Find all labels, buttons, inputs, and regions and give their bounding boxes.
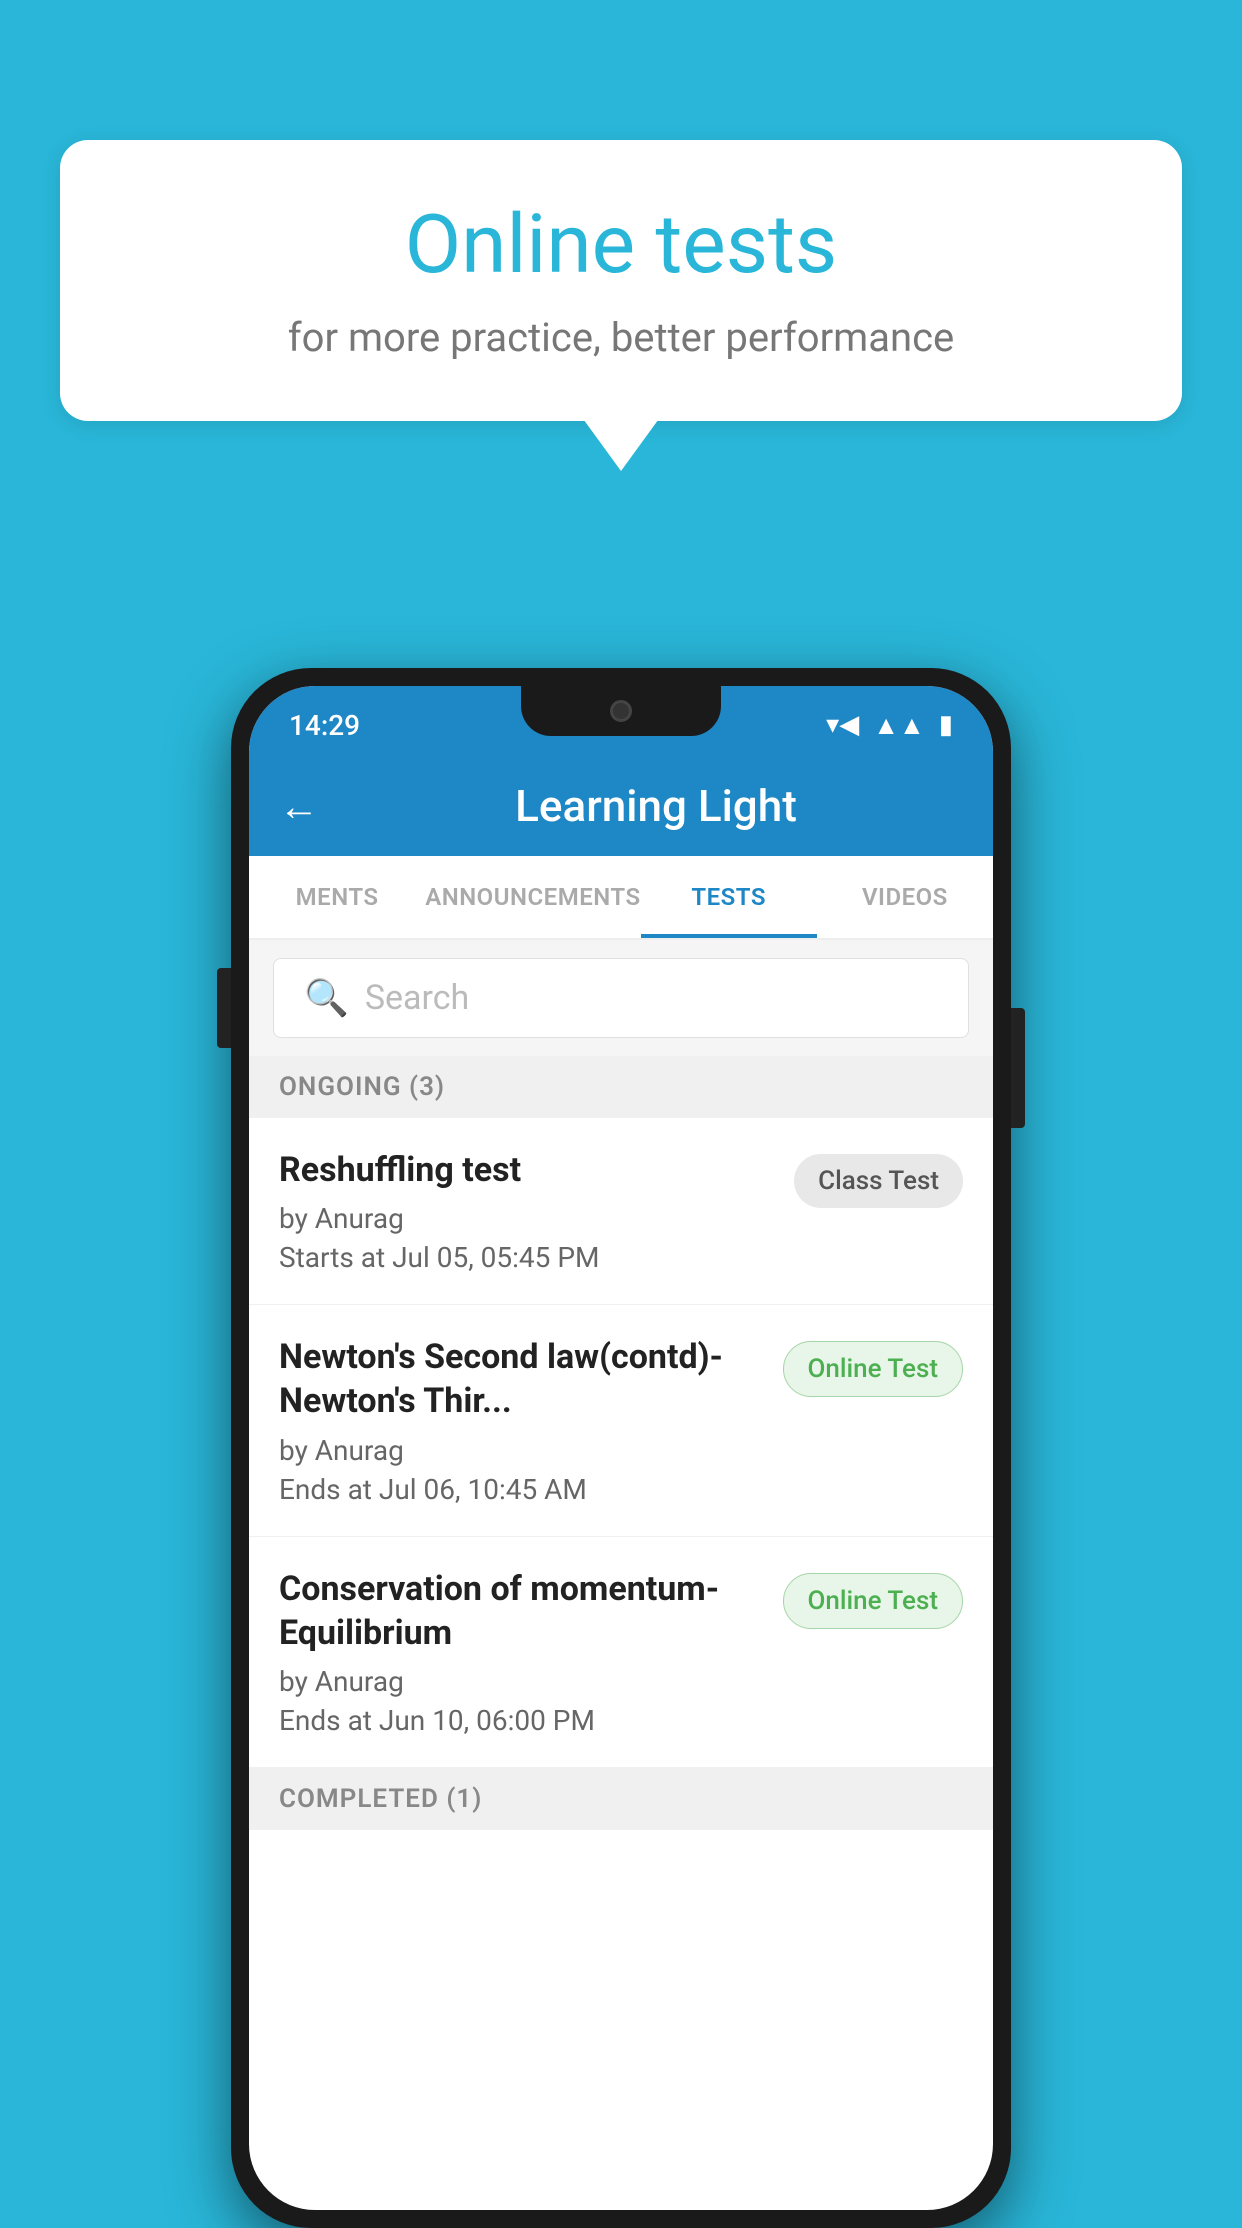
- test-badge-2: Online Test: [783, 1341, 964, 1397]
- tab-videos[interactable]: VIDEOS: [817, 856, 993, 938]
- signal-icon: ▲▲: [873, 710, 924, 741]
- search-bar[interactable]: 🔍 Search: [273, 958, 969, 1038]
- test-date-2: Ends at Jul 06, 10:45 AM: [279, 1473, 763, 1506]
- test-date-1: Starts at Jul 05, 05:45 PM: [279, 1241, 774, 1274]
- ongoing-section-header: ONGOING (3): [249, 1056, 993, 1118]
- bubble-title: Online tests: [140, 200, 1102, 290]
- tabs-container: MENTS ANNOUNCEMENTS TESTS VIDEOS: [249, 856, 993, 940]
- search-container: 🔍 Search: [249, 940, 993, 1056]
- test-author-3: by Anurag: [279, 1665, 763, 1698]
- phone-notch: [521, 686, 721, 736]
- test-name-1: Reshuffling test: [279, 1148, 774, 1192]
- status-time: 14:29: [289, 709, 360, 742]
- test-badge-1: Class Test: [794, 1154, 963, 1208]
- test-author-2: by Anurag: [279, 1434, 763, 1467]
- test-item-1[interactable]: Reshuffling test by Anurag Starts at Jul…: [249, 1118, 993, 1305]
- phone-outer: 14:29 ▾◀ ▲▲ ▮ ← Learning Light MENTS ANN…: [231, 668, 1011, 2228]
- speech-bubble: Online tests for more practice, better p…: [60, 140, 1182, 421]
- ongoing-section-title: ONGOING (3): [279, 1072, 445, 1102]
- bubble-subtitle: for more practice, better performance: [140, 314, 1102, 361]
- completed-section-title: COMPLETED (1): [279, 1784, 482, 1814]
- battery-icon: ▮: [939, 710, 953, 740]
- search-placeholder: Search: [365, 978, 469, 1018]
- back-button[interactable]: ←: [279, 783, 319, 830]
- search-icon: 🔍: [304, 977, 349, 1019]
- test-name-2: Newton's Second law(contd)-Newton's Thir…: [279, 1335, 763, 1423]
- phone-inner: 14:29 ▾◀ ▲▲ ▮ ← Learning Light MENTS ANN…: [249, 686, 993, 2210]
- app-bar: ← Learning Light: [249, 756, 993, 856]
- test-author-1: by Anurag: [279, 1202, 774, 1235]
- tab-ments[interactable]: MENTS: [249, 856, 425, 938]
- test-info-3: Conservation of momentum-Equilibrium by …: [279, 1567, 763, 1737]
- test-info-2: Newton's Second law(contd)-Newton's Thir…: [279, 1335, 763, 1505]
- camera: [610, 700, 632, 722]
- tab-tests[interactable]: TESTS: [641, 856, 817, 938]
- test-info-1: Reshuffling test by Anurag Starts at Jul…: [279, 1148, 774, 1274]
- tab-announcements[interactable]: ANNOUNCEMENTS: [425, 856, 640, 938]
- test-item-3[interactable]: Conservation of momentum-Equilibrium by …: [249, 1537, 993, 1768]
- test-name-3: Conservation of momentum-Equilibrium: [279, 1567, 763, 1655]
- completed-section-header: COMPLETED (1): [249, 1768, 993, 1830]
- test-date-3: Ends at Jun 10, 06:00 PM: [279, 1704, 763, 1737]
- phone-mockup: 14:29 ▾◀ ▲▲ ▮ ← Learning Light MENTS ANN…: [231, 668, 1011, 2228]
- test-badge-3: Online Test: [783, 1573, 964, 1629]
- app-title: Learning Light: [349, 780, 963, 832]
- speech-bubble-section: Online tests for more practice, better p…: [60, 140, 1182, 421]
- test-item-2[interactable]: Newton's Second law(contd)-Newton's Thir…: [249, 1305, 993, 1536]
- wifi-icon: ▾◀: [826, 710, 859, 740]
- status-icons: ▾◀ ▲▲ ▮: [826, 710, 953, 741]
